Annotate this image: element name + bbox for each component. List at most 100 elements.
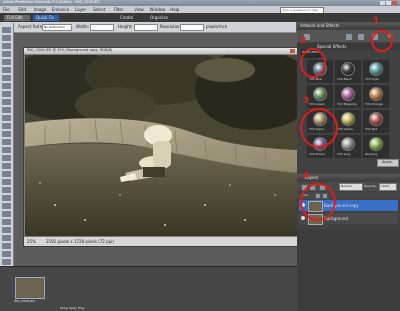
effect-tile[interactable]: Tint Cyan xyxy=(363,60,389,83)
tool-icon[interactable] xyxy=(2,75,11,81)
tool-icon[interactable] xyxy=(2,243,11,249)
tool-icon[interactable] xyxy=(2,99,11,105)
tool-icon[interactable] xyxy=(2,235,11,241)
resolution-field[interactable] xyxy=(180,24,204,31)
effect-thumbnail xyxy=(369,87,383,101)
artwork-panel-title: Artwork and Effects xyxy=(300,23,340,28)
blend-mode-select[interactable]: Normal xyxy=(339,183,363,191)
effect-thumbnail xyxy=(313,87,327,101)
layers-panel-header[interactable]: Layers xyxy=(297,174,400,181)
tool-icon[interactable] xyxy=(2,187,11,193)
annotation-number-4: 4 xyxy=(303,171,310,181)
menu-help[interactable]: Help xyxy=(170,7,179,12)
effect-tile[interactable]: Tint Yellow xyxy=(335,110,361,133)
photo-canvas[interactable] xyxy=(25,55,297,236)
effect-label: Tint Orange xyxy=(365,102,383,106)
tool-icon[interactable] xyxy=(2,163,11,169)
quick-fix-tab[interactable]: Quick Fix xyxy=(33,15,59,21)
apply-label: Apply xyxy=(382,160,392,164)
tool-icon[interactable] xyxy=(2,211,11,217)
tool-icon[interactable] xyxy=(2,227,11,233)
tool-icon[interactable] xyxy=(2,251,11,257)
frames-tab-icon[interactable] xyxy=(345,33,353,41)
tool-icon[interactable] xyxy=(2,43,11,49)
tool-icon[interactable] xyxy=(2,27,11,33)
width-field[interactable] xyxy=(90,24,114,31)
maximize-window-icon[interactable] xyxy=(386,1,391,5)
show-open-files[interactable]: Show Open Files xyxy=(60,306,85,311)
create-button[interactable]: Create xyxy=(118,15,144,21)
full-edit-label: Full Edit xyxy=(7,15,23,20)
menu-enhance[interactable]: Enhance xyxy=(52,7,69,12)
layers-empty-area xyxy=(297,230,400,311)
zoom-readout[interactable]: 25% xyxy=(27,239,36,244)
apply-button[interactable]: Apply xyxy=(377,159,399,167)
tool-icon[interactable] xyxy=(2,259,11,265)
close-window-icon[interactable] xyxy=(392,1,397,5)
document-window: IMG_5506.JPG @ 25% (Background copy, RGB… xyxy=(23,47,299,247)
annotation-number-2: 2 xyxy=(300,36,307,46)
opacity-field[interactable]: 100% xyxy=(379,183,397,191)
layer-visibility-eye-icon[interactable] xyxy=(301,216,305,220)
effect-tile[interactable]: Tint Black xyxy=(335,60,361,83)
menu-layer[interactable]: Layer xyxy=(75,7,86,12)
tool-icon[interactable] xyxy=(2,139,11,145)
menu-view[interactable]: View xyxy=(134,7,144,12)
organize-button[interactable]: Organize xyxy=(148,15,174,21)
quick-fix-label: Quick Fix xyxy=(36,15,55,20)
tool-icon[interactable] xyxy=(2,51,11,57)
tool-icon[interactable] xyxy=(2,219,11,225)
tool-icon[interactable] xyxy=(2,203,11,209)
tool-icon[interactable] xyxy=(2,171,11,177)
opacity-value: 100% xyxy=(381,184,390,188)
effect-thumbnail xyxy=(341,87,355,101)
tool-icon[interactable] xyxy=(2,67,11,73)
effect-tile[interactable]: Tint Red xyxy=(363,110,389,133)
shortcuts-bar: Full Edit Quick Fix Create Organize xyxy=(0,13,400,22)
menu-select[interactable]: Select xyxy=(93,7,105,12)
tool-icon[interactable] xyxy=(2,147,11,153)
effect-label: Tint Magenta xyxy=(337,102,357,106)
bin-thumbnail[interactable] xyxy=(15,277,45,299)
effect-label: Tint Green xyxy=(309,102,325,106)
effect-tile[interactable]: Tint Magenta xyxy=(335,85,361,108)
minimize-window-icon[interactable] xyxy=(380,1,385,5)
document-title: IMG_5506.JPG @ 25% (Background copy, RGB… xyxy=(27,48,113,52)
effect-label: Tint Black xyxy=(337,77,352,81)
close-document-icon[interactable] xyxy=(290,49,295,53)
create-label: Create xyxy=(120,15,134,20)
document-title-bar: IMG_5506.JPG @ 25% (Background copy, RGB… xyxy=(24,48,298,54)
aspect-ratio-select[interactable]: No Restriction xyxy=(42,24,72,31)
tool-icon[interactable] xyxy=(2,155,11,161)
tool-icon[interactable] xyxy=(2,131,11,137)
full-edit-tab[interactable]: Full Edit xyxy=(4,15,30,21)
menu-window[interactable]: Window xyxy=(150,7,166,12)
opacity-label: Opacity: xyxy=(364,184,377,188)
effect-label: Tint Gray xyxy=(337,152,351,156)
effect-tile[interactable]: Tint Green xyxy=(307,85,333,108)
menu-file[interactable]: File xyxy=(3,7,10,12)
toolbox xyxy=(0,23,14,279)
tool-icon[interactable] xyxy=(2,123,11,129)
tool-icon[interactable] xyxy=(2,195,11,201)
effects-tab-icon[interactable] xyxy=(357,33,365,41)
tool-icon[interactable] xyxy=(2,35,11,41)
height-field[interactable] xyxy=(134,24,158,31)
menu-bar: File Edit Image Enhance Layer Select Filter Vie… xyxy=(0,6,400,14)
menu-image[interactable]: Image xyxy=(34,7,47,12)
tool-icon[interactable] xyxy=(2,179,11,185)
tool-icon[interactable] xyxy=(2,107,11,113)
window-title: Adobe Photoshop Elements 5.0 (Editor) - … xyxy=(3,0,100,4)
menu-filter[interactable]: Filter xyxy=(114,7,124,12)
tool-icon[interactable] xyxy=(2,83,11,89)
tool-icon[interactable] xyxy=(2,91,11,97)
menu-edit[interactable]: Edit xyxy=(18,7,26,12)
effect-tile[interactable]: Glowing xyxy=(363,135,389,158)
bin-thumbnail-label: IMG_5506.JPG xyxy=(14,299,35,303)
tool-icon[interactable] xyxy=(2,115,11,121)
effect-tile[interactable]: Tint Gray xyxy=(335,135,361,158)
effect-tile[interactable]: Tint Orange xyxy=(363,85,389,108)
tool-icon[interactable] xyxy=(2,59,11,65)
blend-mode-value: Normal xyxy=(341,184,352,188)
artwork-panel-header[interactable]: Artwork and Effects xyxy=(297,22,400,29)
